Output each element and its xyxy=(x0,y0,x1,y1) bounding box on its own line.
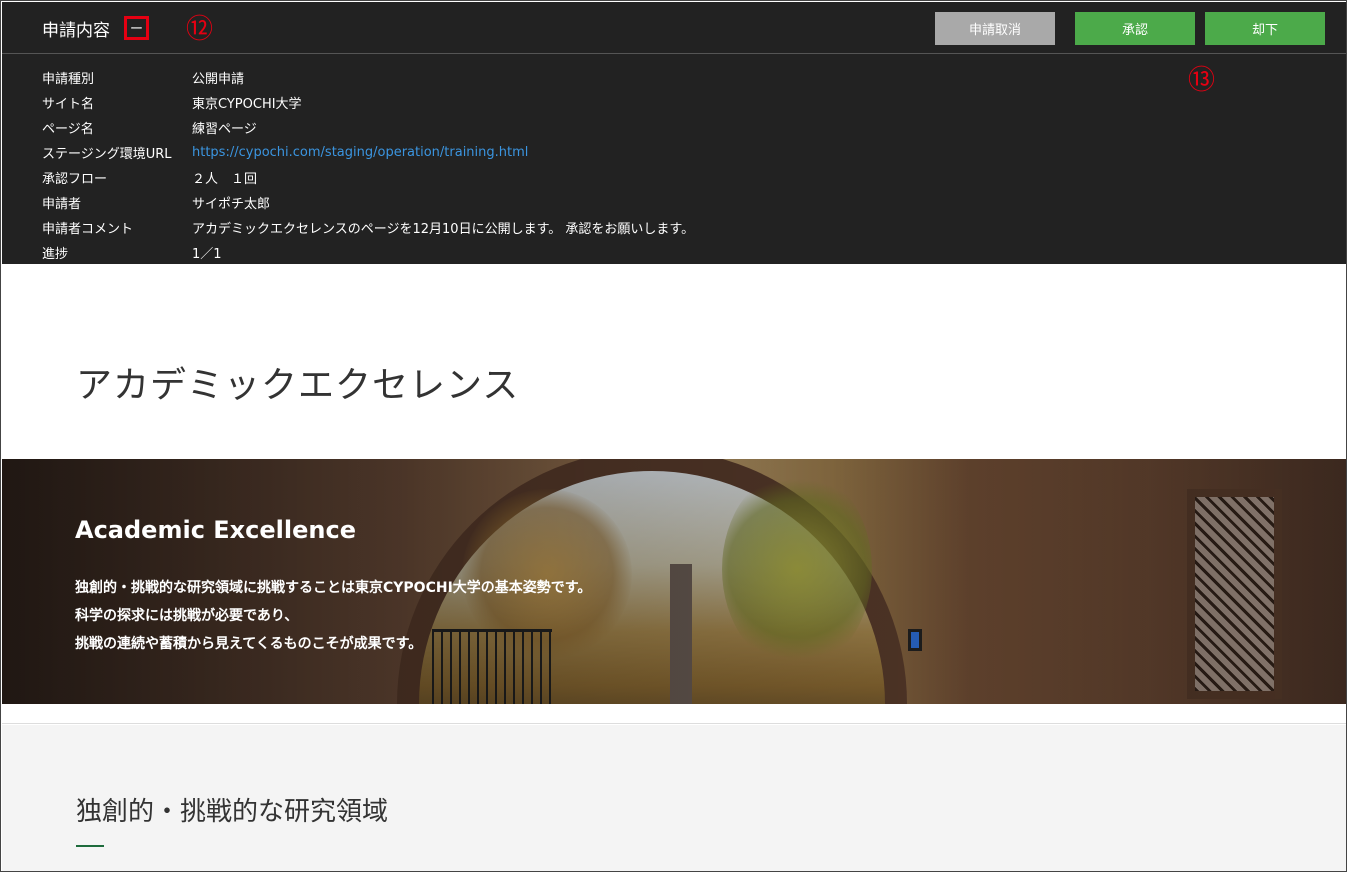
info-value: 公開申請 xyxy=(192,72,245,87)
hero-text-line: 独創的・挑戦的な研究領域に挑戦することは東京CYPOCHI大学の基本姿勢です。 xyxy=(75,580,592,596)
info-row-request-type: 申請種別 公開申請 xyxy=(42,65,694,90)
info-value: 1／1 xyxy=(192,247,222,262)
hero-text-line: 科学の探求には挑戦が必要であり、 xyxy=(75,608,299,624)
annotation-marker-12: ⑫ xyxy=(186,14,213,45)
section-underline xyxy=(76,845,104,847)
info-row-page-name: ページ名 練習ページ xyxy=(42,115,694,140)
info-value: 東京CYPOCHI大学 xyxy=(192,97,302,112)
collapse-panel-button[interactable]: ー xyxy=(124,16,149,40)
cancel-request-button[interactable]: 申請取消 xyxy=(935,12,1055,45)
info-label: ステージング環境URL xyxy=(42,147,172,162)
approve-button[interactable]: 承認 xyxy=(1075,12,1195,45)
request-panel-title: 申請内容 xyxy=(42,21,110,41)
info-row-applicant-comment: 申請者コメント アカデミックエクセレンスのページを12月10日に公開します。 承… xyxy=(42,215,694,240)
info-label: 申請者コメント xyxy=(42,222,134,237)
info-label: ページ名 xyxy=(42,122,94,137)
request-info-list: 申請種別 公開申請 サイト名 東京CYPOCHI大学 ページ名 練習ページ ステ… xyxy=(42,65,694,265)
info-label: 進捗 xyxy=(42,247,69,262)
reject-button[interactable]: 却下 xyxy=(1205,12,1325,45)
info-value: ２人 １回 xyxy=(192,172,258,187)
hero-text: 独創的・挑戦的な研究領域に挑戦することは東京CYPOCHI大学の基本姿勢です。 … xyxy=(75,574,591,658)
approval-window: 申請内容 ー ⑫ 申請取消 承認 却下 ⑬ 申請種別 公開申請 サイト名 東京C… xyxy=(0,0,1347,872)
request-details-panel: 申請内容 ー ⑫ 申請取消 承認 却下 ⑬ 申請種別 公開申請 サイト名 東京C… xyxy=(2,2,1346,264)
info-row-applicant: 申請者 サイポチ太郎 xyxy=(42,190,694,215)
annotation-marker-13: ⑬ xyxy=(1188,65,1215,96)
hero-text-line: 挑戦の連続や蓄積から見えてくるものこそが成果です。 xyxy=(75,636,423,652)
page-heading: アカデミックエクセレンス xyxy=(76,365,520,406)
section-spacer xyxy=(2,704,1346,724)
info-row-staging-url: ステージング環境URL https://cypochi.com/staging/… xyxy=(42,140,694,165)
info-value: サイポチ太郎 xyxy=(192,197,271,212)
request-panel-header: 申請内容 ー ⑫ 申請取消 承認 却下 xyxy=(2,2,1346,54)
info-label: 申請者 xyxy=(42,197,82,212)
hero-title: Academic Excellence xyxy=(75,516,356,544)
info-row-progress: 進捗 1／1 xyxy=(42,240,694,265)
info-label: 承認フロー xyxy=(42,172,108,187)
info-label: 申請種別 xyxy=(42,72,95,87)
section-heading: 独創的・挑戦的な研究領域 xyxy=(76,797,389,827)
info-label: サイト名 xyxy=(42,97,95,112)
page-preview: アカデミックエクセレンス Academic Excellence 独創的・挑戦的… xyxy=(2,264,1346,871)
info-row-approval-flow: 承認フロー ２人 １回 xyxy=(42,165,694,190)
info-row-site-name: サイト名 東京CYPOCHI大学 xyxy=(42,90,694,115)
info-value: アカデミックエクセレンスのページを12月10日に公開します。 承認をお願いします… xyxy=(192,222,695,237)
info-value: 練習ページ xyxy=(192,122,257,137)
staging-url-link[interactable]: https://cypochi.com/staging/operation/tr… xyxy=(192,145,528,160)
hero-banner: Academic Excellence 独創的・挑戦的な研究領域に挑戦することは… xyxy=(2,459,1346,704)
research-section: 独創的・挑戦的な研究領域 xyxy=(2,725,1346,871)
